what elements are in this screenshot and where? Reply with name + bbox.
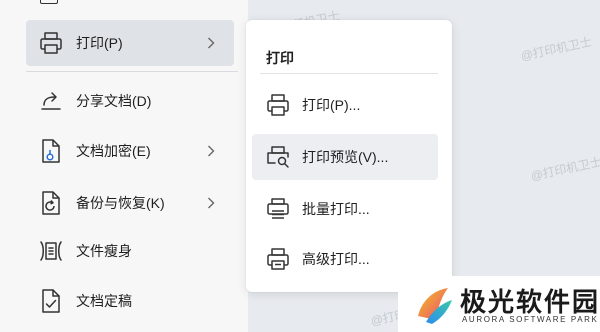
encrypt-doc-icon (38, 138, 64, 164)
menu-item-backup[interactable]: 备份与恢复(K) (26, 180, 234, 226)
advanced-print-icon (266, 247, 290, 271)
submenu-title: 打印 (266, 50, 294, 66)
menu-item-label: 文档定稿 (76, 293, 132, 309)
menu-item-label: 打印(P) (76, 35, 123, 51)
print-submenu: 打印 打印(P)... 打印预览(V)... 批量打印... 高级打印... (246, 20, 452, 292)
submenu-item-label: 高级打印... (302, 251, 370, 267)
submenu-item-print-preview[interactable]: 打印预览(V)... (252, 134, 438, 180)
aurora-logo-icon (412, 282, 456, 326)
partial-menu-icon (40, 0, 58, 4)
menu-item-label: 文档加密(E) (76, 143, 151, 159)
submenu-divider (260, 73, 438, 74)
submenu-item-print[interactable]: 打印(P)... (252, 82, 438, 128)
menu-item-label: 分享文档(D) (76, 93, 152, 109)
chevron-right-icon (204, 36, 218, 50)
share-icon (38, 88, 64, 114)
submenu-item-label: 打印(P)... (302, 97, 361, 113)
chevron-right-icon (204, 144, 218, 158)
printer-icon (266, 93, 290, 117)
submenu-item-label: 打印预览(V)... (302, 149, 389, 165)
menu-item-encrypt[interactable]: 文档加密(E) (26, 128, 234, 174)
menu-item-print[interactable]: 打印(P) (26, 20, 234, 66)
submenu-item-label: 批量打印... (302, 201, 370, 217)
logo-subtitle: AURORA SOFTWARE PARK (462, 315, 599, 324)
backup-icon (38, 190, 64, 216)
menu-item-compress[interactable]: 文件瘦身 (26, 228, 234, 274)
menu-item-finalize[interactable]: 文档定稿 (26, 278, 234, 324)
menu-item-label: 文件瘦身 (76, 243, 132, 259)
batch-print-icon (266, 197, 290, 221)
print-preview-icon (266, 145, 290, 169)
finalize-doc-icon (38, 288, 64, 314)
submenu-item-batch-print[interactable]: 批量打印... (252, 186, 438, 232)
printer-icon (38, 30, 64, 56)
file-menu-panel: 打印(P) 分享文档(D) 文档加密(E) 备份与恢复(K) 文件瘦身 文档定稿 (0, 0, 248, 332)
menu-item-share[interactable]: 分享文档(D) (26, 78, 234, 124)
chevron-right-icon (204, 196, 218, 210)
compress-file-icon (38, 238, 64, 264)
menu-item-label: 备份与恢复(K) (76, 195, 165, 211)
site-logo: 极光软件园 AURORA SOFTWARE PARK (398, 276, 600, 332)
menu-divider (26, 71, 238, 72)
logo-name: 极光软件园 (460, 287, 600, 317)
